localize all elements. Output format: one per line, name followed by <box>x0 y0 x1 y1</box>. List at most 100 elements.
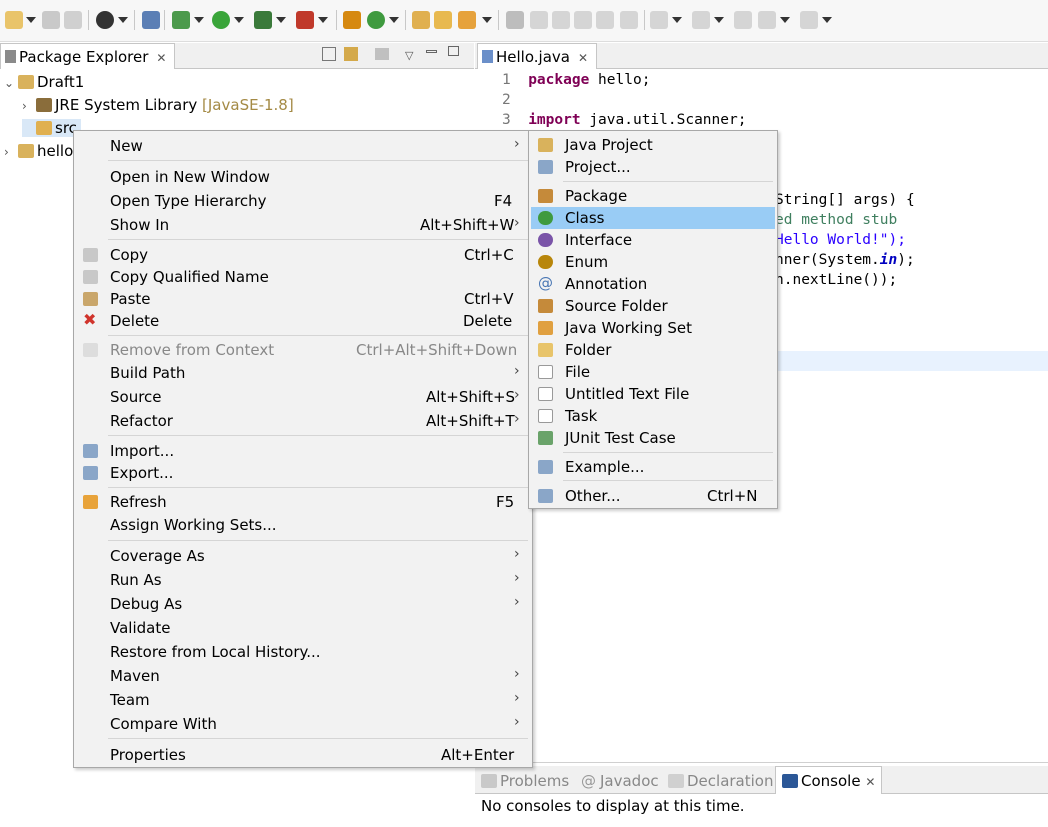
new-package-icon[interactable] <box>343 11 361 29</box>
submenu-item-java-working-set[interactable]: Java Working Set <box>531 317 775 339</box>
collapse-all-icon[interactable] <box>322 47 336 61</box>
dropdown-arrow-icon[interactable] <box>780 17 790 23</box>
menu-item-restore-from-local-history[interactable]: Restore from Local History... <box>76 641 530 663</box>
tree-item-jre-system-library[interactable]: › JRE System Library [JavaSE-1.8] <box>22 96 294 114</box>
dropdown-arrow-icon[interactable] <box>672 17 682 23</box>
menu-item-copy-qualified-name[interactable]: Copy Qualified Name <box>76 266 530 288</box>
view-menu-filter-icon[interactable] <box>375 48 389 60</box>
submenu-item-class[interactable]: Class <box>531 207 775 229</box>
view-menu-icon[interactable]: ▽ <box>405 49 413 62</box>
tab-javadoc[interactable]: @ Javadoc <box>581 772 659 790</box>
mark-occurrences-icon[interactable] <box>530 11 548 29</box>
dropdown-arrow-icon[interactable] <box>26 17 36 23</box>
external-tools-icon[interactable] <box>296 11 314 29</box>
run-icon[interactable] <box>212 11 230 29</box>
pilcrow-icon[interactable] <box>620 11 638 29</box>
code-line-3[interactable]: 3 import java.util.Scanner; <box>502 112 746 128</box>
menu-item-validate[interactable]: Validate <box>76 617 530 639</box>
dropdown-arrow-icon[interactable] <box>118 17 128 23</box>
menu-item-import[interactable]: Import... <box>76 440 530 462</box>
forward-icon[interactable] <box>800 11 818 29</box>
tree-item-hello[interactable]: › hello <box>4 142 73 160</box>
coverage-icon[interactable] <box>254 11 272 29</box>
launch-icon[interactable] <box>458 11 476 29</box>
maximize-icon[interactable] <box>448 46 459 56</box>
last-edit-icon[interactable] <box>734 11 752 29</box>
menu-item-source[interactable]: Source Alt+Shift+S › <box>76 386 530 408</box>
submenu-item-interface[interactable]: Interface <box>531 229 775 251</box>
dropdown-arrow-icon[interactable] <box>389 17 399 23</box>
menu-item-build-path[interactable]: Build Path › <box>76 362 530 384</box>
tree-item-draft1[interactable]: ⌄ Draft1 <box>4 73 84 91</box>
menu-item-open-type-hierarchy[interactable]: Open Type Hierarchy F4 <box>76 190 530 212</box>
block-selection-icon[interactable] <box>552 11 570 29</box>
link-with-editor-icon[interactable] <box>344 47 358 61</box>
open-type-icon[interactable] <box>412 11 430 29</box>
tab-problems[interactable]: Problems <box>481 772 569 790</box>
code-line-2[interactable]: 2 <box>502 92 511 108</box>
close-icon[interactable]: ✕ <box>865 775 875 789</box>
collapsed-chevron-icon[interactable]: › <box>22 99 36 113</box>
menu-item-properties[interactable]: Properties Alt+Enter <box>76 744 530 766</box>
submenu-item-folder[interactable]: Folder <box>531 339 775 361</box>
submenu-item-package[interactable]: Package <box>531 185 775 207</box>
code-line-9[interactable]: Hello World!"); <box>775 232 906 248</box>
submenu-item-source-folder[interactable]: Source Folder <box>531 295 775 317</box>
tab-package-explorer[interactable]: Package Explorer ✕ <box>0 43 176 69</box>
menu-item-team[interactable]: Team › <box>76 689 530 711</box>
submenu-item-file[interactable]: File <box>531 361 775 383</box>
dropdown-arrow-icon[interactable] <box>482 17 492 23</box>
menu-item-new[interactable]: New › <box>76 135 530 157</box>
menu-item-export[interactable]: Export... <box>76 462 530 484</box>
new-class-icon[interactable] <box>367 11 385 29</box>
submenu-item-untitled-text-file[interactable]: Untitled Text File <box>531 383 775 405</box>
submenu-item-task[interactable]: Task <box>531 405 775 427</box>
dropdown-arrow-icon[interactable] <box>318 17 328 23</box>
save-icon[interactable] <box>42 11 60 29</box>
code-line-1[interactable]: 1 package hello; <box>502 72 650 88</box>
debug-icon[interactable] <box>172 11 190 29</box>
menu-item-paste[interactable]: Paste Ctrl+V <box>76 288 530 310</box>
code-line-8[interactable]: ed method stub <box>775 212 897 228</box>
close-icon[interactable]: ✕ <box>156 51 166 65</box>
minimize-icon[interactable] <box>426 50 437 53</box>
dropdown-arrow-icon[interactable] <box>276 17 286 23</box>
skip-breakpoints-icon[interactable] <box>142 11 160 29</box>
toggle-annotation-icon[interactable] <box>506 11 524 29</box>
menu-item-debug-as[interactable]: Debug As › <box>76 593 530 615</box>
code-line-11[interactable]: n.nextLine()); <box>775 272 897 288</box>
show-whitespace-icon[interactable] <box>596 11 614 29</box>
previous-annotation-icon[interactable] <box>692 11 710 29</box>
back-icon[interactable] <box>758 11 776 29</box>
dropdown-arrow-icon[interactable] <box>234 17 244 23</box>
submenu-item-example[interactable]: Example... <box>531 456 775 478</box>
dropdown-arrow-icon[interactable] <box>714 17 724 23</box>
menu-item-refresh[interactable]: Refresh F5 <box>76 491 530 513</box>
submenu-item-junit-test-case[interactable]: JUnit Test Case <box>531 427 775 449</box>
save-all-icon[interactable] <box>64 11 82 29</box>
menu-item-refactor[interactable]: Refactor Alt+Shift+T › <box>76 410 530 432</box>
submenu-item-java-project[interactable]: Java Project <box>531 134 775 156</box>
menu-item-compare-with[interactable]: Compare With › <box>76 713 530 735</box>
code-line-10[interactable]: nner(System.in); <box>775 252 915 268</box>
submenu-item-other[interactable]: Other... Ctrl+N <box>531 485 775 507</box>
submenu-item-project[interactable]: Project... <box>531 156 775 178</box>
submenu-item-annotation[interactable]: @ Annotation <box>531 273 775 295</box>
expanded-chevron-icon[interactable]: ⌄ <box>4 76 18 90</box>
next-annotation-icon[interactable] <box>650 11 668 29</box>
word-wrap-icon[interactable] <box>574 11 592 29</box>
dropdown-arrow-icon[interactable] <box>822 17 832 23</box>
person-icon[interactable] <box>96 11 114 29</box>
menu-item-coverage-as[interactable]: Coverage As › <box>76 545 530 567</box>
tab-hello-java[interactable]: Hello.java ✕ <box>477 43 598 69</box>
menu-item-assign-working-sets[interactable]: Assign Working Sets... <box>76 514 530 536</box>
open-folder-icon[interactable] <box>434 11 452 29</box>
menu-item-run-as[interactable]: Run As › <box>76 569 530 591</box>
tab-console[interactable]: Console ✕ <box>775 766 883 794</box>
menu-item-open-in-new-window[interactable]: Open in New Window <box>76 166 530 188</box>
new-wizard-icon[interactable] <box>5 11 23 29</box>
menu-item-copy[interactable]: Copy Ctrl+C <box>76 244 530 266</box>
submenu-item-enum[interactable]: Enum <box>531 251 775 273</box>
close-icon[interactable]: ✕ <box>578 51 588 65</box>
collapsed-chevron-icon[interactable]: › <box>4 145 18 159</box>
